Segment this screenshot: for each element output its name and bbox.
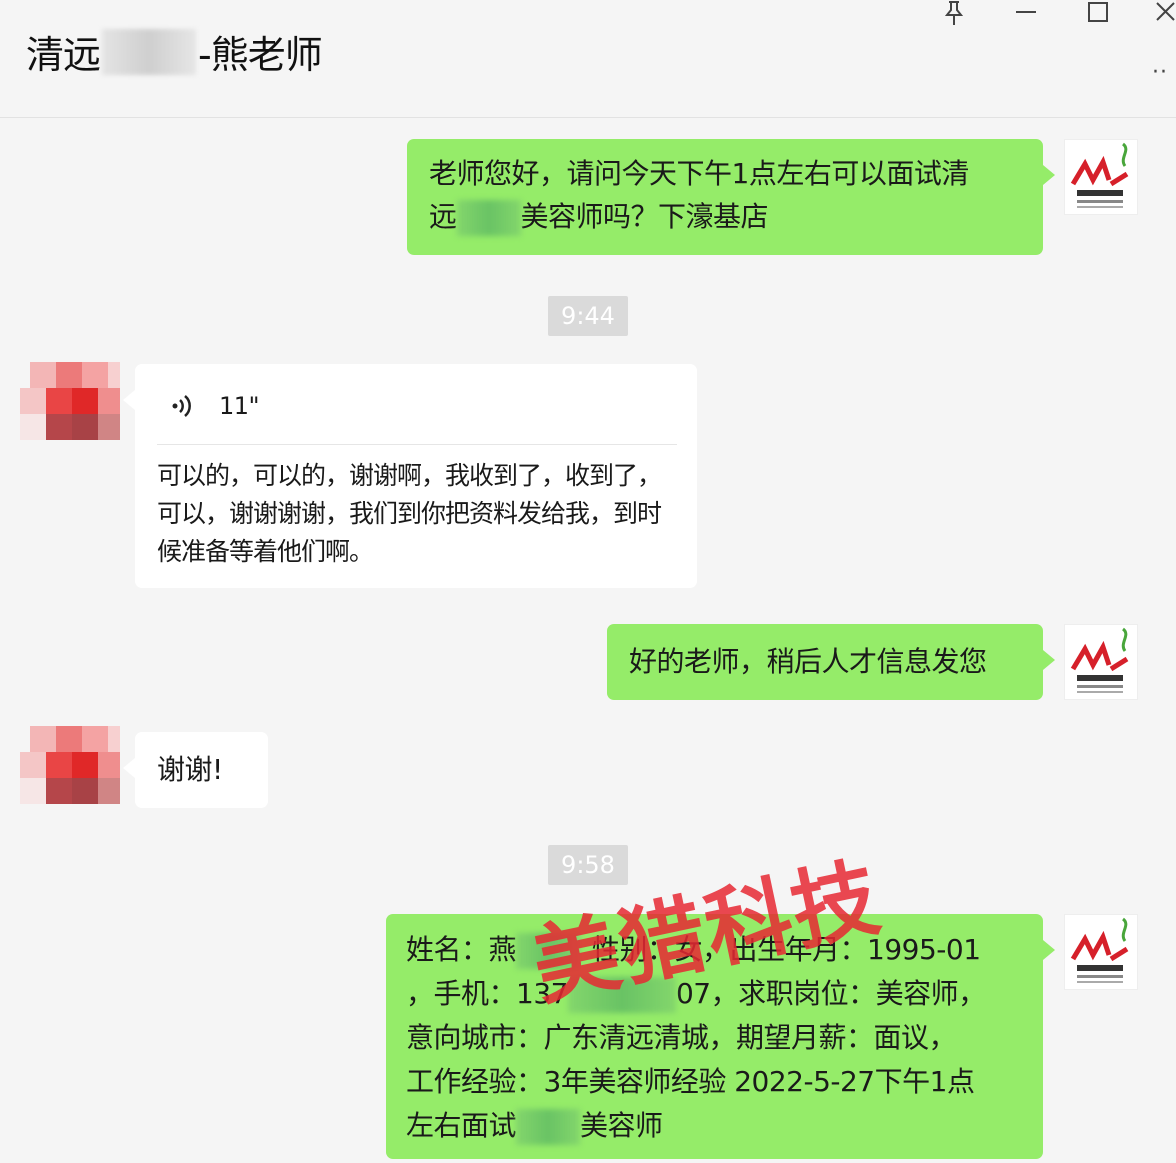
message-incoming-voice[interactable]: 11" 可以的，可以的，谢谢啊，我收到了，收到了，可以，谢谢谢谢，我们到你把资料… xyxy=(123,364,697,588)
message-outgoing[interactable]: 好的老师，稍后人才信息发您 xyxy=(607,624,1055,700)
message-text: 美容师吗？下濠基店 xyxy=(520,200,769,233)
message-text: 性别：女，出生年月：1995-01 xyxy=(592,933,981,966)
bubble-tail xyxy=(123,390,135,410)
voice-player[interactable]: 11" xyxy=(157,386,677,426)
chat-title-prefix: 清远 xyxy=(26,33,101,77)
bubble-tail xyxy=(1043,650,1055,670)
message-text-line: 远 美容师吗？下濠基店 xyxy=(429,195,1023,238)
voice-icon[interactable] xyxy=(167,391,197,421)
message-incoming[interactable]: 谢谢! xyxy=(123,732,268,808)
message-outgoing-resume[interactable]: 姓名：燕 性别：女，出生年月：1995-01 ，手机：137 07，求职岗位：美容师… xyxy=(386,914,1055,1159)
bubble-tail xyxy=(1043,940,1055,960)
message-text-line: 工作经验：3年美容师经验 2022-5-27下午1点 xyxy=(406,1065,975,1098)
redacted-text xyxy=(516,933,581,969)
close-icon[interactable] xyxy=(1154,0,1176,26)
redacted-text xyxy=(456,200,521,236)
redacted-text xyxy=(567,977,676,1013)
voice-duration: 11" xyxy=(219,391,260,420)
voice-transcript: 可以的，可以的，谢谢啊，我收到了，收到了，可以，谢谢谢谢，我们到你把资料发给我，… xyxy=(157,461,662,566)
minimize-icon[interactable] xyxy=(1014,0,1038,26)
message-text-line: 左右面试 美容师 xyxy=(406,1104,1025,1148)
message-text: 姓名：燕 xyxy=(406,933,517,966)
timestamp: 9:58 xyxy=(548,845,628,885)
ml-logo-icon xyxy=(1070,142,1129,208)
chat-title: 清远 -熊老师 xyxy=(26,24,323,79)
ml-logo-icon xyxy=(1070,917,1129,983)
avatar-self[interactable] xyxy=(1064,624,1138,700)
message-text-line: 姓名：燕 性别：女，出生年月：1995-01 xyxy=(406,928,1025,972)
message-text: ，手机：137 xyxy=(406,977,568,1010)
pin-icon[interactable] xyxy=(942,0,966,26)
redacted-text xyxy=(516,1109,581,1145)
maximize-icon[interactable] xyxy=(1086,0,1110,26)
redacted-name xyxy=(102,28,197,75)
message-text: 美容师 xyxy=(580,1109,663,1142)
message-outgoing[interactable]: 老师您好，请问今天下午1点左右可以面试清 远 美容师吗？下濠基店 xyxy=(407,139,1055,255)
bubble-tail xyxy=(1043,165,1055,185)
message-text: 左右面试 xyxy=(406,1109,517,1142)
message-text-line: 意向城市：广东清远清城，期望月薪：面议， xyxy=(406,1021,957,1054)
timestamp: 9:44 xyxy=(548,296,628,336)
message-text: 好的老师，稍后人才信息发您 xyxy=(629,645,987,678)
message-text-line: ，手机：137 07，求职岗位：美容师， xyxy=(406,972,1025,1016)
message-text: 07，求职岗位：美容师， xyxy=(675,977,986,1010)
divider xyxy=(157,444,677,445)
avatar-self[interactable] xyxy=(1064,914,1138,990)
ml-logo-icon xyxy=(1070,627,1129,693)
avatar-self[interactable] xyxy=(1064,139,1138,215)
avatar-contact[interactable] xyxy=(20,726,120,804)
chat-title-suffix: -熊老师 xyxy=(198,33,323,77)
bubble-tail xyxy=(123,758,135,778)
chat-header: 清远 -熊老师 ·· xyxy=(0,0,1176,118)
message-text: 远 xyxy=(429,200,457,233)
avatar-contact[interactable] xyxy=(20,362,120,440)
message-text-line: 老师您好，请问今天下午1点左右可以面试清 xyxy=(429,157,969,190)
message-text: 谢谢! xyxy=(157,753,223,786)
more-icon[interactable]: ·· xyxy=(1152,60,1168,85)
